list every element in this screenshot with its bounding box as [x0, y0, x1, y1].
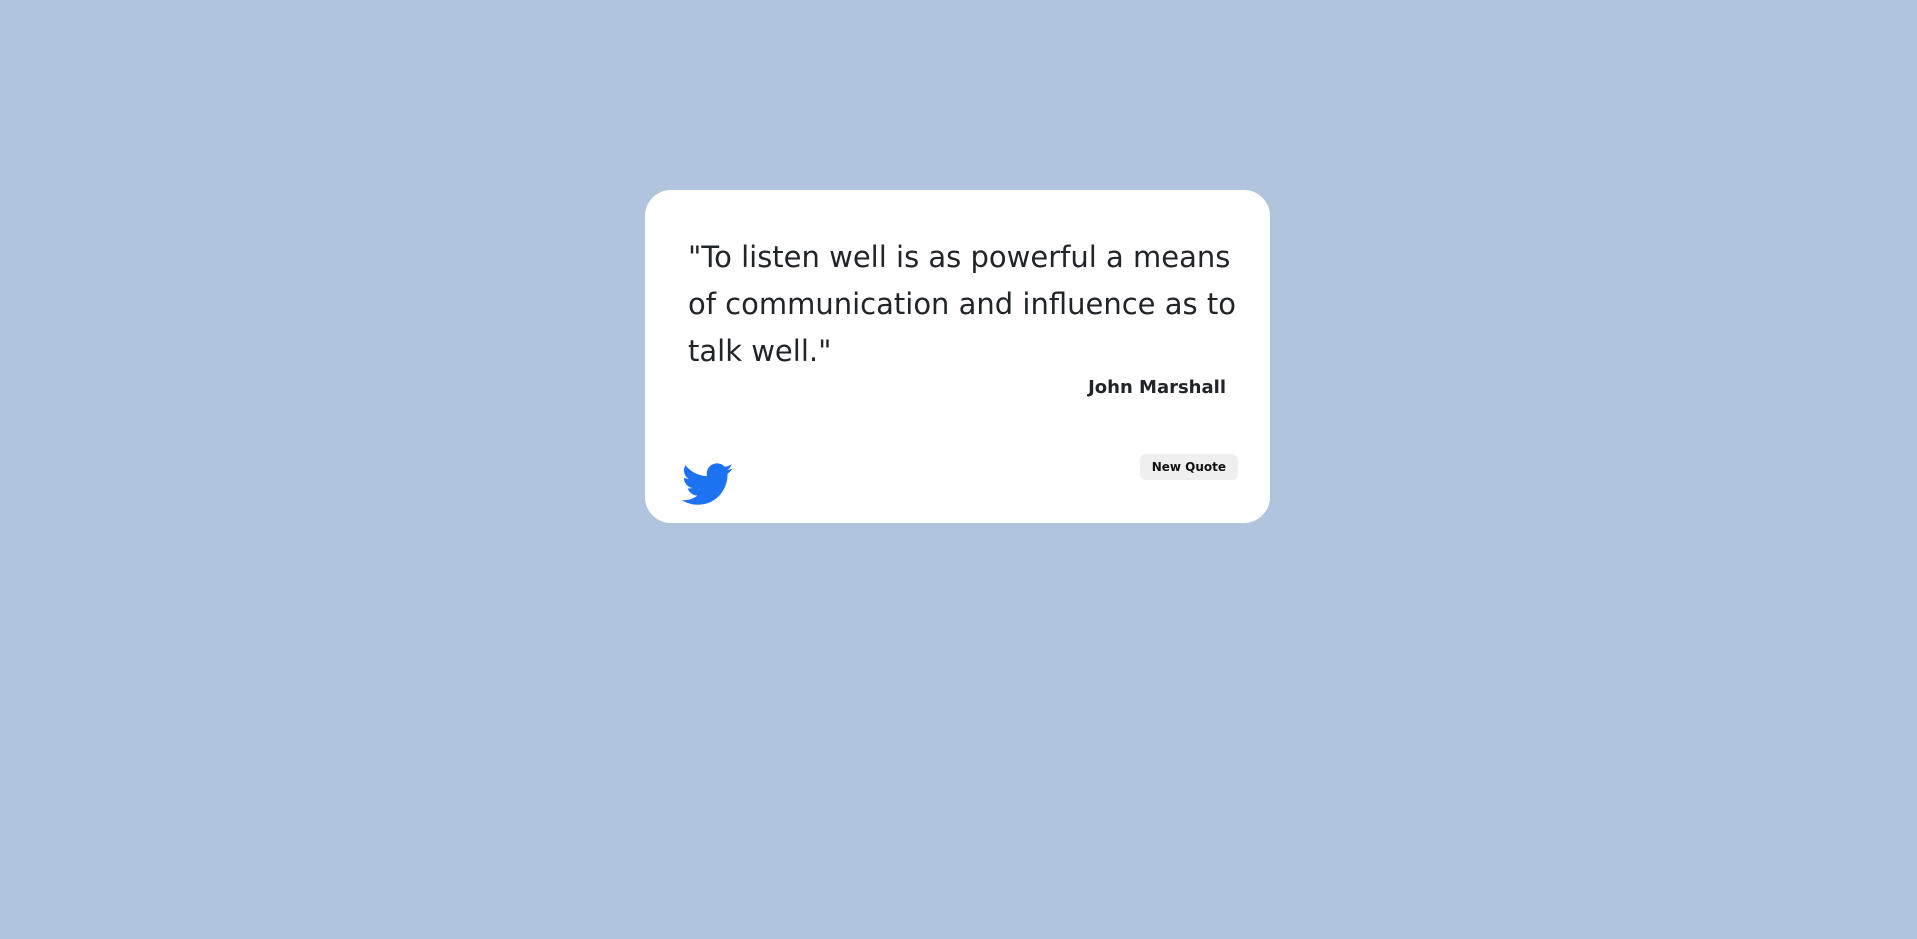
tweet-quote-link[interactable]: [682, 462, 734, 508]
twitter-bird-icon: [682, 463, 734, 505]
new-quote-button[interactable]: New Quote: [1139, 454, 1238, 480]
quote-box: "To listen well is as powerful a means o…: [645, 190, 1270, 523]
quote-text: "To listen well is as powerful a means o…: [688, 240, 1236, 368]
quote-author: John Marshall: [1088, 377, 1226, 398]
